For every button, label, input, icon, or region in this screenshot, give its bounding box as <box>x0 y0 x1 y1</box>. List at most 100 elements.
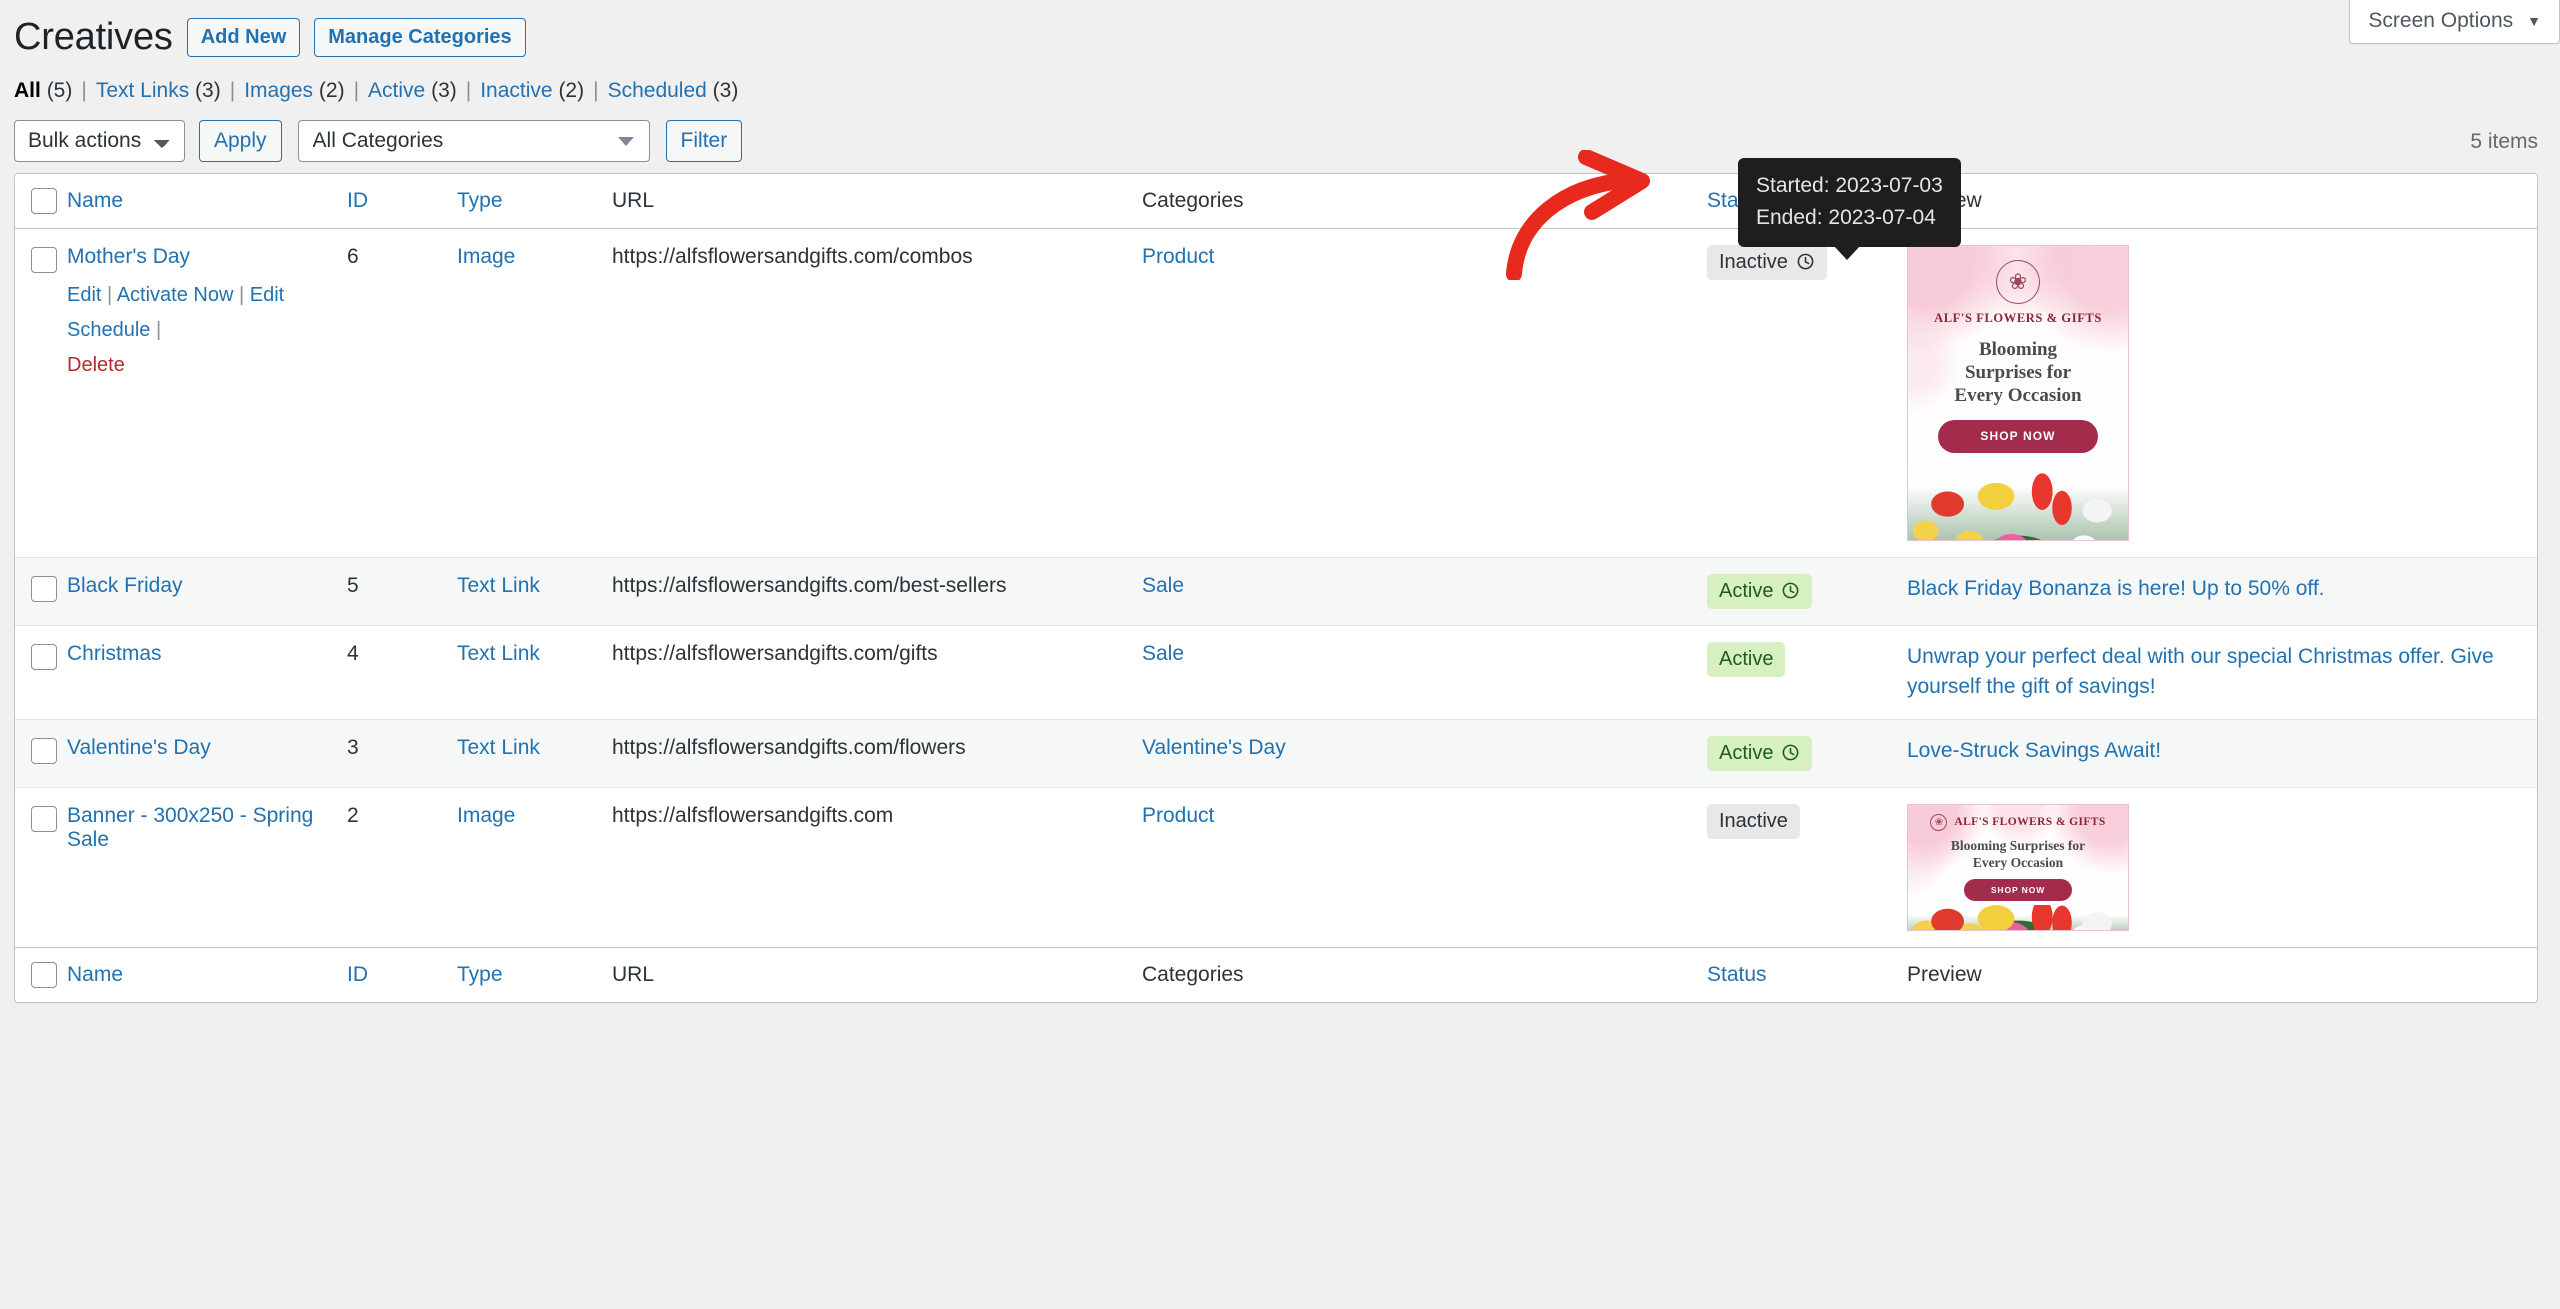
creative-type-link[interactable]: Text Link <box>457 736 540 759</box>
column-header-name: Name <box>67 174 347 229</box>
filter-link-inactive-count: (2) <box>558 78 585 102</box>
row-status-cell: Inactive <box>1707 786 1907 947</box>
status-badge: Active <box>1707 735 1813 771</box>
filter-separator: | <box>81 78 87 102</box>
clock-icon <box>1783 582 1799 599</box>
row-preview-cell: ❀ ALF'S FLOWERS & GIFTS Blooming Surprises … <box>1907 229 2537 557</box>
row-categories-cell: Product <box>1142 786 1707 947</box>
banner-cta-button[interactable]: SHOP NOW <box>1938 420 2098 454</box>
row-name-cell: Black Friday <box>67 556 347 625</box>
row-url-cell: https://alfsflowersandgifts.com/combos <box>612 244 973 268</box>
row-actions: Edit | Activate Now | Edit Schedule | Del… <box>67 278 331 383</box>
category-filter-select[interactable]: All CategoriesProductSaleValentine's Day <box>297 119 650 162</box>
filter-link-inactive-label[interactable]: Inactive <box>480 79 552 102</box>
creative-preview-text[interactable]: Unwrap your perfect deal with our specia… <box>1907 642 2521 703</box>
add-new-button[interactable]: Add New <box>186 18 301 58</box>
row-checkbox[interactable] <box>31 805 57 832</box>
column-label-categories-footer: Categories <box>1142 962 1244 986</box>
filter-link-images-label[interactable]: Images <box>244 79 313 102</box>
row-action-edit[interactable]: Edit <box>67 284 101 306</box>
creative-name-link[interactable]: Black Friday <box>67 574 183 597</box>
banner-brand: ALF'S FLOWERS & GIFTS <box>1954 816 2106 829</box>
filter-link-text-links-label[interactable]: Text Links <box>96 79 189 102</box>
creatives-table: Name ID Type URL Categories Status Previ… <box>14 172 2538 1003</box>
displaying-num: 5 items <box>2470 129 2538 153</box>
creative-type-link[interactable]: Text Link <box>457 642 540 665</box>
row-type-cell: Image <box>457 786 612 947</box>
column-header-url: URL <box>612 174 1142 229</box>
banner-cta-button[interactable]: SHOP NOW <box>1964 879 2072 902</box>
row-action-delete[interactable]: Delete <box>67 354 125 376</box>
column-sort-type-footer[interactable]: Type <box>457 963 503 986</box>
row-checkbox[interactable] <box>31 246 57 273</box>
creative-type-link[interactable]: Text Link <box>457 574 540 597</box>
screen-options-bar: Screen Options ▼ <box>2349 0 2560 44</box>
creative-category-link[interactable]: Sale <box>1142 642 1184 665</box>
row-select-cell <box>15 718 67 787</box>
creative-preview-text[interactable]: Love-Struck Savings Await! <box>1907 736 2521 766</box>
column-sort-status-footer[interactable]: Status <box>1707 963 1767 986</box>
filter-link-active-label[interactable]: Active <box>368 79 425 102</box>
row-name-cell: Christmas <box>67 624 347 719</box>
row-checkbox[interactable] <box>31 737 57 764</box>
table-row: Mother's Day Edit | Activate Now | Edit S… <box>15 229 2537 557</box>
select-all-checkbox[interactable] <box>31 187 57 214</box>
column-label-url-footer: URL <box>612 962 655 986</box>
column-sort-id-footer[interactable]: ID <box>347 963 368 986</box>
row-url-cell: https://alfsflowersandgifts.com <box>612 786 1142 947</box>
creative-preview-text[interactable]: Black Friday Bonanza is here! Up to 50% … <box>1907 574 2521 604</box>
filter-button[interactable]: Filter <box>665 119 743 162</box>
column-label-url: URL <box>612 188 655 212</box>
status-badge: Active <box>1707 641 1786 677</box>
creative-type-link[interactable]: Image <box>457 245 515 268</box>
creative-category-link[interactable]: Product <box>1142 804 1214 827</box>
creative-name-link[interactable]: Christmas <box>67 642 162 665</box>
banner-headline: Blooming Surprises for Every Occasion <box>1954 338 2082 407</box>
column-sort-name[interactable]: Name <box>67 189 123 212</box>
creative-name-link[interactable]: Mother's Day <box>67 245 190 268</box>
filter-link-all-label[interactable]: All <box>14 79 41 102</box>
creative-category-link[interactable]: Product <box>1142 245 1214 268</box>
creative-category-link[interactable]: Valentine's Day <box>1142 736 1286 759</box>
table-row: Banner - 300x250 - Spring Sale 2 Image http… <box>15 786 2537 947</box>
creative-name-link[interactable]: Banner - 300x250 - Spring Sale <box>67 804 313 851</box>
table-body: Mother's Day Edit | Activate Now | Edit S… <box>15 229 2537 947</box>
column-sort-id[interactable]: ID <box>347 189 368 212</box>
row-preview-cell: Love-Struck Savings Await! <box>1907 718 2537 787</box>
row-select-cell <box>15 229 67 557</box>
table-foot: Name ID Type URL Categories Status Previ… <box>15 946 2537 1002</box>
creative-category-link[interactable]: Sale <box>1142 574 1184 597</box>
bulk-actions-select[interactable]: Bulk actionsDelete <box>14 119 185 162</box>
table-row: Black Friday 5 Text Link https://alfsflower… <box>15 556 2537 625</box>
column-sort-name-footer[interactable]: Name <box>67 963 123 986</box>
column-footer-type: Type <box>457 946 612 1002</box>
creative-banner-preview[interactable]: ❀ ALF'S FLOWERS & GIFTS Blooming Surprises … <box>1907 244 2129 541</box>
row-id-cell: 6 <box>347 244 359 268</box>
status-badge: Inactive <box>1707 803 1800 839</box>
row-preview-cell: Black Friday Bonanza is here! Up to 50% … <box>1907 556 2537 625</box>
filter-separator: | <box>593 78 599 102</box>
creative-name-link[interactable]: Valentine's Day <box>67 736 211 759</box>
status-badge-label: Active <box>1719 741 1774 764</box>
select-all-checkbox-footer[interactable] <box>31 961 57 988</box>
manage-categories-button[interactable]: Manage Categories <box>314 18 526 58</box>
row-id-cell: 4 <box>347 624 457 719</box>
banner-flowers-image <box>1908 457 2128 540</box>
apply-button[interactable]: Apply <box>199 119 282 162</box>
creative-banner-preview[interactable]: ❀ ALF'S FLOWERS & GIFTS Blooming Surprises… <box>1907 803 2129 931</box>
table-row: Christmas 4 Text Link https://alfsflowersan… <box>15 624 2537 719</box>
row-name-cell: Valentine's Day <box>67 718 347 787</box>
creative-type-link[interactable]: Image <box>457 804 515 827</box>
row-action-divider: | <box>155 318 162 341</box>
row-action-divider: | <box>238 283 245 306</box>
brand-logo-icon: ❀ <box>1930 813 1948 831</box>
page-wrap: Creatives Add New Manage Categories All … <box>0 0 2560 1003</box>
row-checkbox[interactable] <box>31 643 57 670</box>
row-action-activate-now[interactable]: Activate Now <box>117 284 234 306</box>
column-sort-type[interactable]: Type <box>457 189 503 212</box>
screen-options-button[interactable]: Screen Options ▼ <box>2349 0 2560 44</box>
row-checkbox[interactable] <box>31 575 57 602</box>
row-type-cell: Text Link <box>457 624 612 719</box>
filter-link-scheduled-count: (3) <box>712 78 739 102</box>
filter-link-scheduled-label[interactable]: Scheduled <box>608 79 707 102</box>
